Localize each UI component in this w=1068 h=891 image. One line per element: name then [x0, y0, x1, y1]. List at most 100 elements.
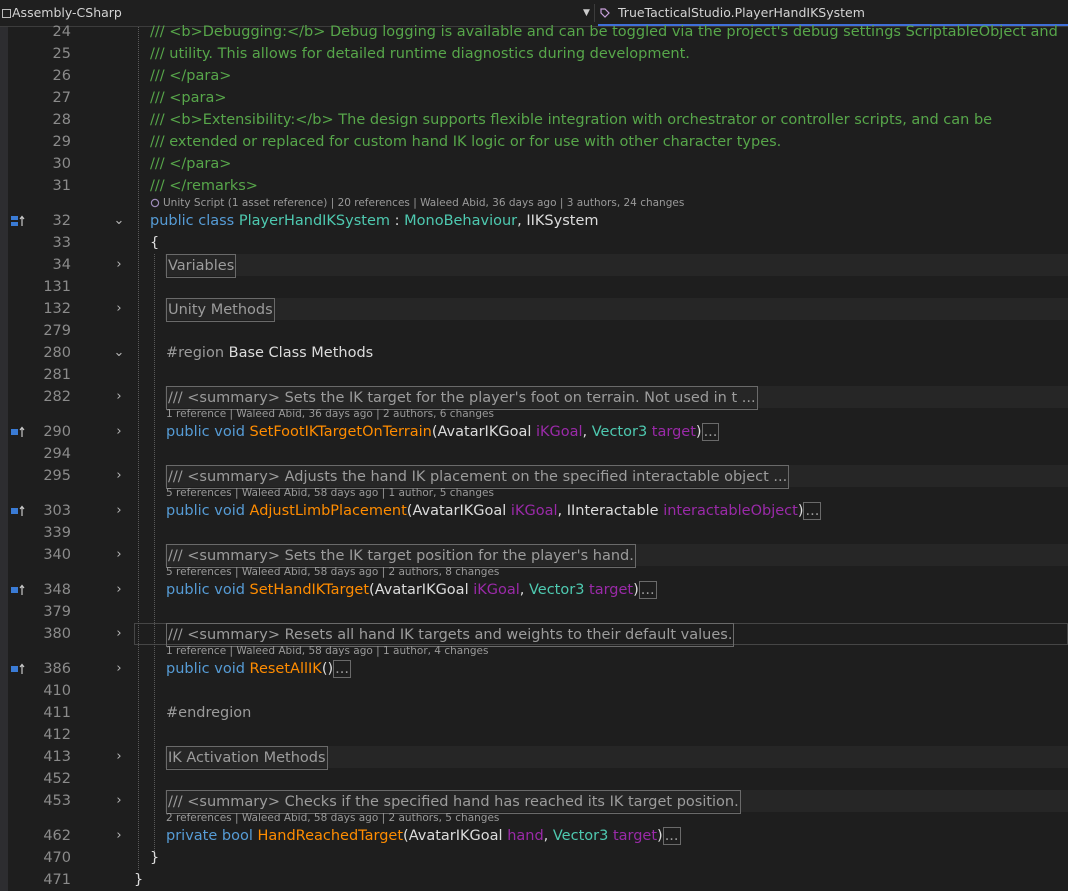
- code-line[interactable]: 28 /// <b>Extensibility:</b> The design …: [0, 109, 1068, 131]
- code-line[interactable]: 34 › Variables: [0, 254, 1068, 278]
- region-name: Base Class Methods: [228, 345, 374, 361]
- chevron-right-icon[interactable]: ›: [112, 254, 126, 276]
- collapsed-body[interactable]: ...: [333, 660, 351, 678]
- codelens-text[interactable]: 5 references | Waleed Abid, 58 days ago …: [166, 486, 494, 500]
- codelens[interactable]: 1 reference | Waleed Abid, 36 days ago |…: [0, 407, 1068, 421]
- code-line[interactable]: 290 › public void SetFootIKTargetOnTerra…: [0, 421, 1068, 443]
- param-name: target: [651, 424, 696, 440]
- line-number: 28: [52, 112, 71, 128]
- code-line[interactable]: 453 › /// <summary> Checks if the specif…: [0, 790, 1068, 814]
- collapsed-body[interactable]: ...: [662, 827, 681, 845]
- code-line[interactable]: 33 {: [0, 232, 1068, 254]
- keyword: public void: [166, 661, 250, 677]
- override-marker-icon[interactable]: [10, 505, 26, 517]
- line-number: 290: [43, 424, 71, 440]
- code-line[interactable]: 303 › public void AdjustLimbPlacement(Av…: [0, 500, 1068, 522]
- codelens-text[interactable]: Unity Script (1 asset reference) | 20 re…: [163, 196, 684, 210]
- chevron-right-icon[interactable]: ›: [112, 421, 126, 443]
- override-marker-icon[interactable]: [10, 584, 26, 596]
- code-line[interactable]: 413 › IK Activation Methods: [0, 746, 1068, 770]
- codelens-text[interactable]: 1 reference | Waleed Abid, 36 days ago |…: [166, 407, 494, 421]
- chevron-down-icon[interactable]: ⌄: [112, 210, 126, 232]
- code-line[interactable]: 31 /// </remarks>: [0, 175, 1068, 197]
- chevron-right-icon[interactable]: ›: [112, 579, 126, 601]
- xml-doc-comment: /// <b>Debugging:</b> Debug logging is a…: [150, 24, 1058, 40]
- codelens-text[interactable]: 1 reference | Waleed Abid, 58 days ago |…: [166, 644, 488, 658]
- code-line[interactable]: 348 › public void SetHandIKTarget(Avatar…: [0, 579, 1068, 601]
- code-line[interactable]: 386 › public void ResetAllIK()...: [0, 658, 1068, 680]
- class-declaration: public class PlayerHandIKSystem : MonoBe…: [150, 210, 599, 232]
- code-line[interactable]: 26 /// </para>: [0, 65, 1068, 87]
- code-line[interactable]: 412: [0, 724, 1068, 746]
- codelens-text[interactable]: 5 references | Waleed Abid, 58 days ago …: [166, 565, 499, 579]
- chevron-down-icon[interactable]: ⌄: [112, 342, 126, 364]
- chevron-right-icon[interactable]: ›: [112, 500, 126, 522]
- chevron-right-icon[interactable]: ›: [112, 386, 126, 408]
- override-marker-icon[interactable]: [10, 426, 26, 438]
- collapsed-body[interactable]: ...: [701, 423, 720, 441]
- codelens[interactable]: Unity Script (1 asset reference) | 20 re…: [0, 196, 1068, 210]
- collapsed-region[interactable]: IK Activation Methods: [166, 746, 328, 770]
- code-line[interactable]: 380 › /// <summary> Resets all hand IK t…: [0, 623, 1068, 647]
- line-number: 303: [43, 503, 71, 519]
- chevron-right-icon[interactable]: ›: [112, 298, 126, 320]
- codelens[interactable]: 1 reference | Waleed Abid, 58 days ago |…: [0, 644, 1068, 658]
- line-number: 413: [43, 749, 71, 765]
- override-marker-icon[interactable]: [10, 215, 26, 227]
- chevron-right-icon[interactable]: ›: [112, 825, 126, 847]
- collapsed-region[interactable]: Variables: [166, 254, 237, 278]
- code-line[interactable]: 340 › /// <summary> Sets the IK target p…: [0, 544, 1068, 568]
- line-number: 411: [43, 705, 71, 721]
- code-line[interactable]: 24 /// <b>Debugging:</b> Debug logging i…: [0, 21, 1068, 43]
- punctuation: ,: [557, 503, 567, 519]
- code-line[interactable]: 29 /// extended or replaced for custom h…: [0, 131, 1068, 153]
- code-line[interactable]: 27 /// <para>: [0, 87, 1068, 109]
- punctuation: ): [633, 582, 639, 598]
- code-line[interactable]: 281: [0, 364, 1068, 386]
- code-line[interactable]: 30 /// </para>: [0, 153, 1068, 175]
- chevron-right-icon[interactable]: ›: [112, 544, 126, 566]
- collapsed-body[interactable]: ...: [638, 581, 657, 599]
- punctuation: (): [321, 661, 334, 677]
- codelens[interactable]: 5 references | Waleed Abid, 58 days ago …: [0, 565, 1068, 579]
- code-line[interactable]: 379: [0, 601, 1068, 623]
- code-line[interactable]: 279: [0, 320, 1068, 342]
- param-name: iKGoal: [510, 503, 558, 519]
- keyword: public void: [166, 582, 250, 598]
- code-line[interactable]: 339: [0, 522, 1068, 544]
- line-number: 31: [52, 178, 71, 194]
- code-line[interactable]: 282 › /// <summary> Sets the IK target f…: [0, 386, 1068, 410]
- chevron-right-icon[interactable]: ›: [112, 465, 126, 487]
- code-line[interactable]: 295 › /// <summary> Adjusts the hand IK …: [0, 465, 1068, 489]
- line-number: 462: [43, 828, 71, 844]
- code-line[interactable]: 294: [0, 443, 1068, 465]
- code-line[interactable]: 131: [0, 276, 1068, 298]
- chevron-right-icon[interactable]: ›: [112, 658, 126, 680]
- code-line[interactable]: 25 /// utility. This allows for detailed…: [0, 43, 1068, 65]
- line-number: 294: [43, 446, 71, 462]
- collapsed-region[interactable]: Unity Methods: [166, 298, 275, 322]
- codelens-text[interactable]: 2 references | Waleed Abid, 58 days ago …: [166, 811, 499, 825]
- line-number: 34: [52, 257, 71, 273]
- xml-doc-comment: /// <para>: [150, 90, 227, 106]
- chevron-right-icon[interactable]: ›: [112, 746, 126, 768]
- code-line[interactable]: 470 }: [0, 847, 1068, 869]
- code-line[interactable]: 410: [0, 680, 1068, 702]
- method-signature: public void ResetAllIK()...: [166, 658, 351, 680]
- code-line[interactable]: 452: [0, 768, 1068, 790]
- method-name: SetHandIKTarget: [249, 582, 370, 598]
- override-marker-icon[interactable]: [10, 663, 26, 675]
- codelens[interactable]: 5 references | Waleed Abid, 58 days ago …: [0, 486, 1068, 500]
- chevron-right-icon[interactable]: ›: [112, 790, 126, 812]
- code-line[interactable]: 411 #endregion: [0, 702, 1068, 724]
- code-line[interactable]: 471 }: [0, 869, 1068, 891]
- codelens[interactable]: 2 references | Waleed Abid, 58 days ago …: [0, 811, 1068, 825]
- chevron-right-icon[interactable]: ›: [112, 623, 126, 645]
- param-type: AvatarIKGoal: [437, 424, 532, 440]
- code-line[interactable]: 32 ⌄ public class PlayerHandIKSystem : M…: [0, 210, 1068, 232]
- code-line[interactable]: 132 › Unity Methods: [0, 298, 1068, 322]
- collapsed-body[interactable]: ...: [803, 502, 822, 520]
- code-line[interactable]: 280 ⌄ #region Base Class Methods: [0, 342, 1068, 364]
- code-line[interactable]: 462 › private bool HandReachedTarget(Ava…: [0, 825, 1068, 847]
- punctuation: ): [657, 828, 663, 844]
